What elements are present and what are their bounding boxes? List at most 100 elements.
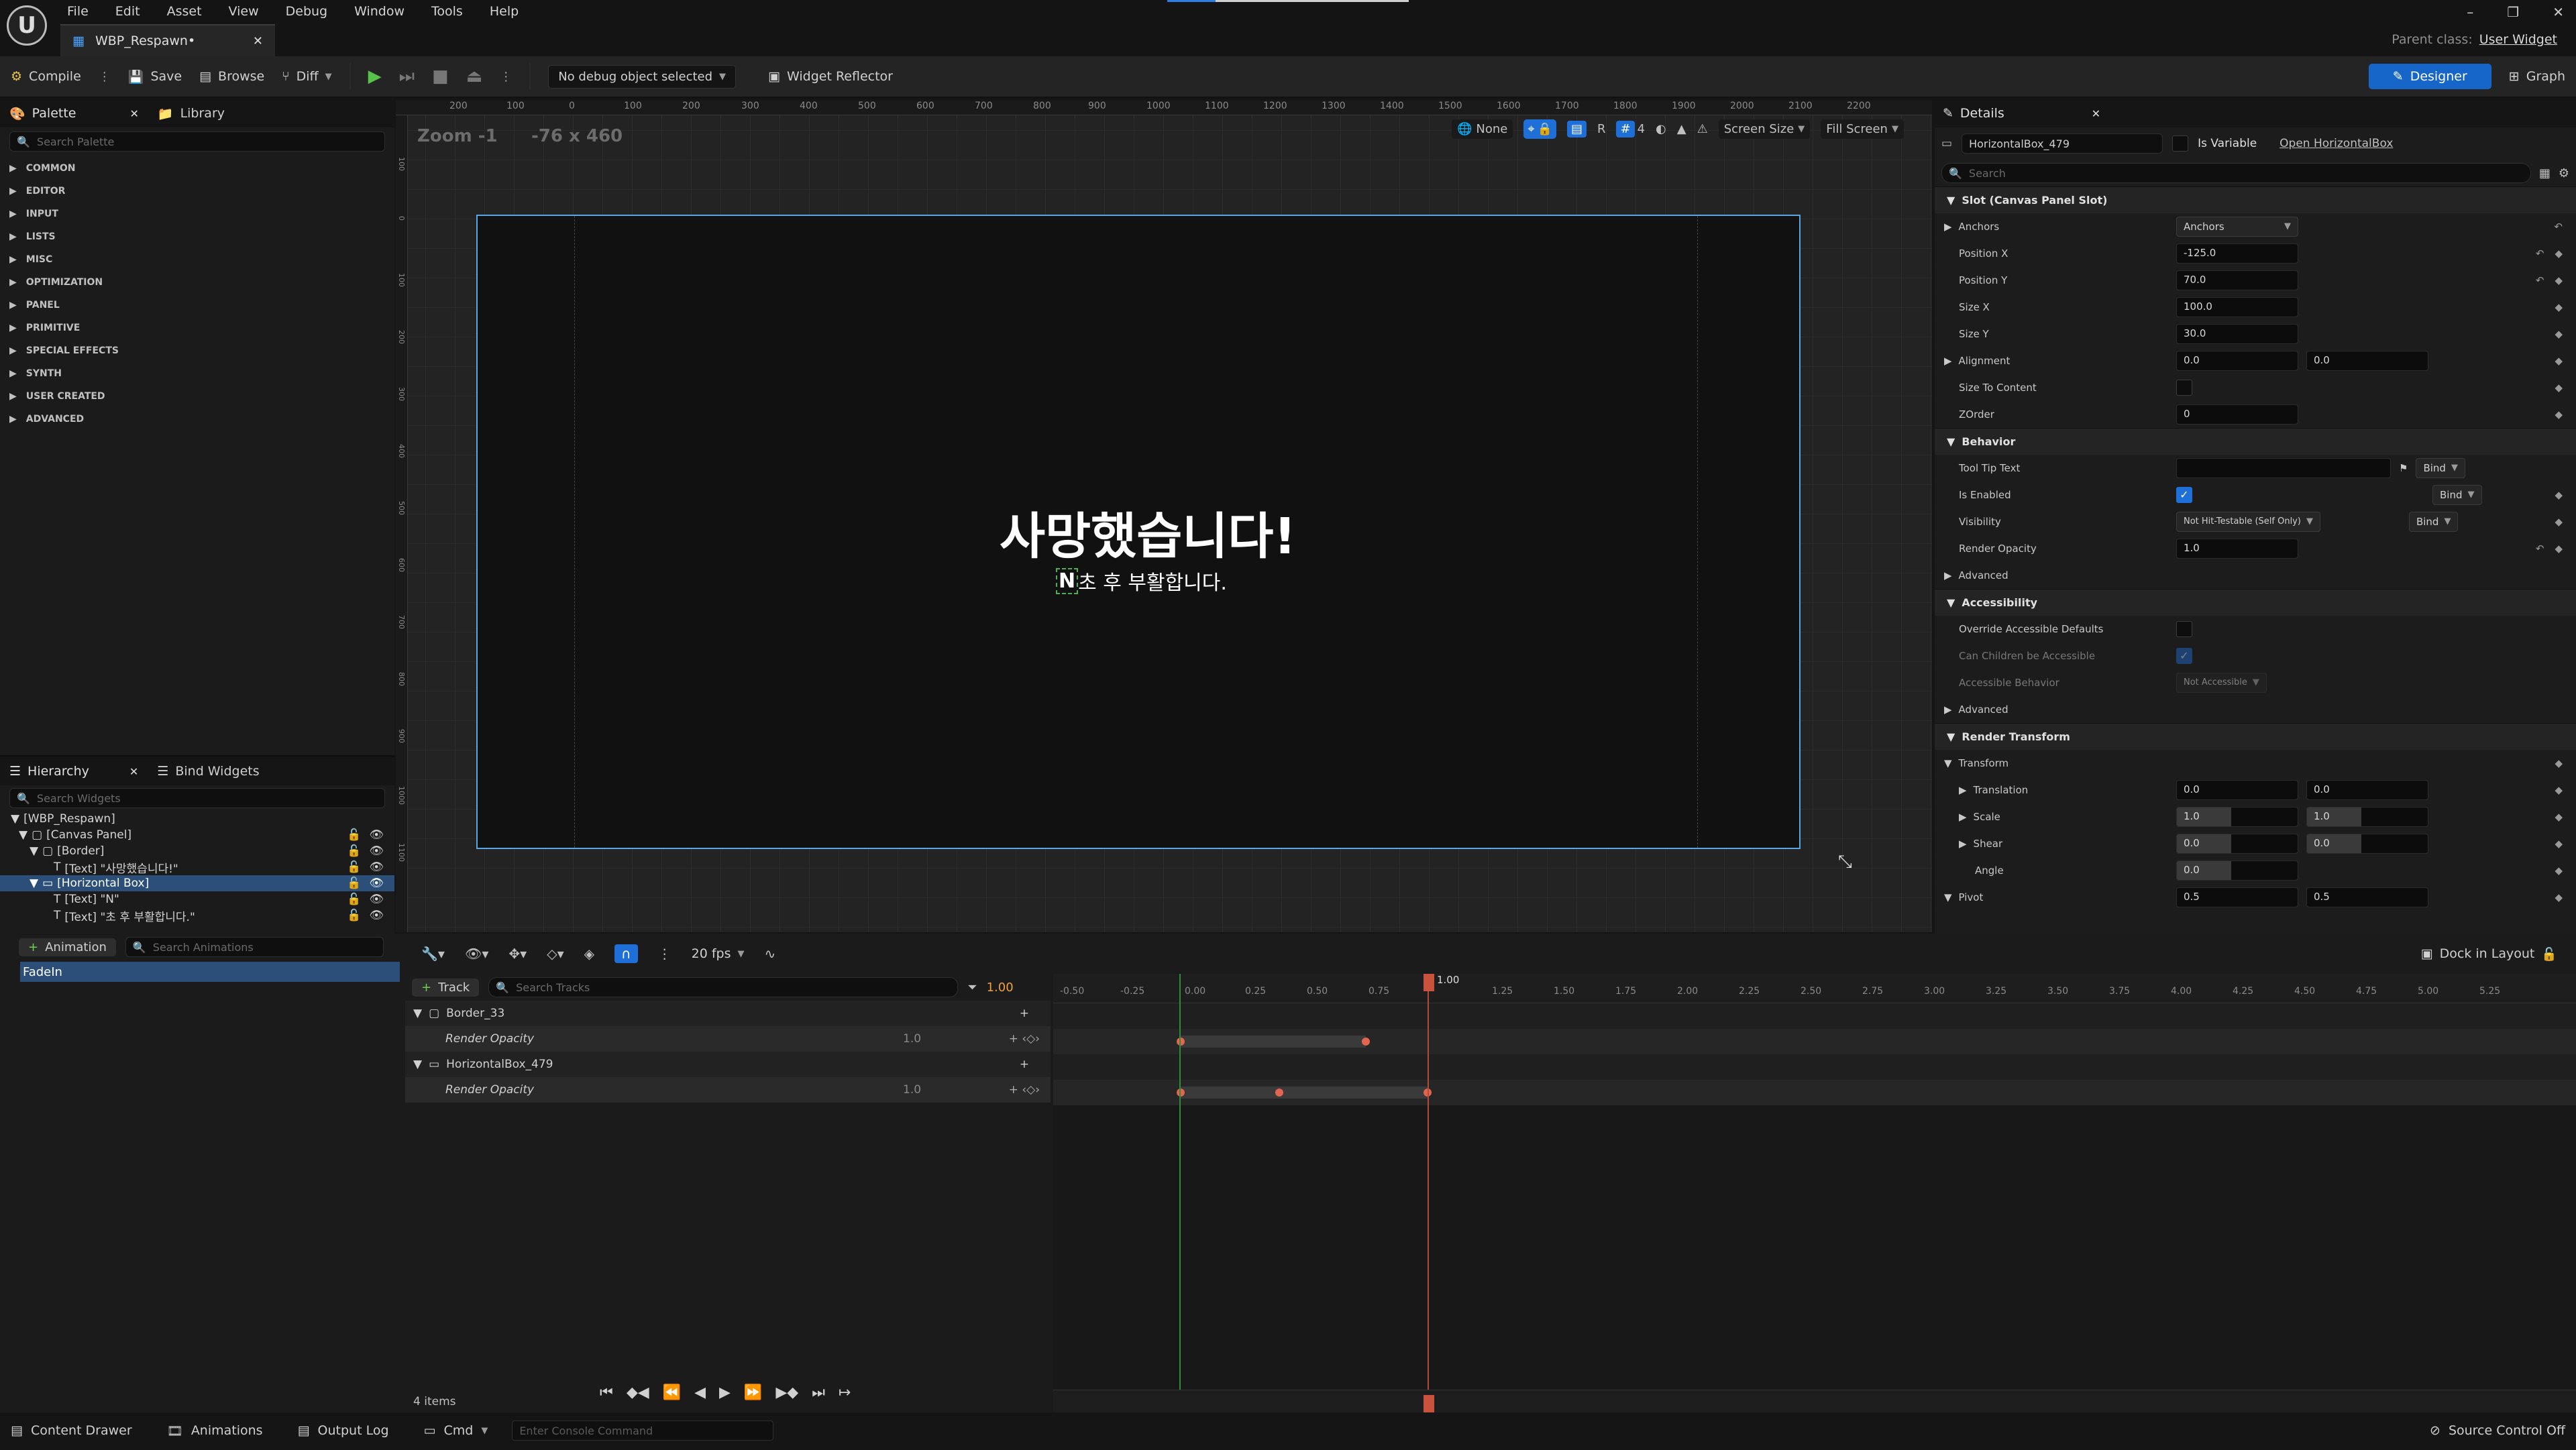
bind-key-icon[interactable]: ◆ [2555,784,2563,796]
snap-icon[interactable]: ∩ [614,944,638,963]
wrench-icon[interactable]: 🔧▾ [421,946,445,962]
menu-file[interactable]: File [67,4,89,19]
keyframe[interactable] [1362,1038,1370,1046]
step-icon[interactable]: ⏭ [399,66,415,87]
render-opacity-field[interactable]: 1.0 [2176,538,2298,559]
debug-object-select[interactable]: No debug object selected ▼ [548,64,737,89]
track-hbox[interactable]: ▼ ▭ HorizontalBox_479 + [405,1052,1051,1077]
hierarchy-tab[interactable]: ☰ Hierarchy ✕ [9,764,138,779]
widget-canvas[interactable]: 사망했습니다! N 초 후 부활합니다. [476,215,1801,849]
prev-key-icon[interactable]: ◆◀ [627,1384,649,1401]
category-primitive[interactable]: ▶ PRIMITIVE [0,317,394,339]
tooltip-field[interactable] [2176,457,2391,478]
save-button[interactable]: 💾 Save [128,69,182,85]
menu-debug[interactable]: Debug [286,4,327,19]
add-key-icon[interactable]: + [1020,1058,1029,1071]
is-variable-checkbox[interactable] [2172,135,2189,152]
content-drawer-button[interactable]: ▤ Content Drawer [0,1411,143,1450]
lock-icon[interactable]: 🔓 [2541,946,2557,962]
tree-item-canvas-panel[interactable]: ▼ ▢ [Canvas Panel] 🔓 👁 [0,827,394,843]
palette-tab[interactable]: 🎨 Palette ✕ [9,106,139,121]
curve-editor-icon[interactable]: ∿ [765,946,776,962]
lock-icon[interactable]: 🔓 [347,877,361,890]
play-icon[interactable]: ▶ [368,66,382,87]
jump-start-icon[interactable]: ⏮ [600,1384,613,1401]
next-key-icon[interactable]: ▶◆ [775,1384,798,1401]
play-icon[interactable]: ▶ [719,1384,731,1401]
details-search-input[interactable]: 🔍 Search [1941,163,2531,183]
lock-icon[interactable]: 🔓 [347,844,361,858]
border-opacity-segment[interactable] [1181,1036,1366,1048]
reset-icon[interactable]: ↶ [2554,221,2563,233]
category-misc[interactable]: ▶ MISC [0,248,394,271]
category-common[interactable]: ▶ COMMON [0,157,394,180]
bind-dropdown[interactable]: Bind ▼ [2408,511,2459,532]
playhead-head-bottom[interactable] [1424,1395,1434,1412]
shear-x-field[interactable]: 0.0 [2176,833,2298,854]
compile-button[interactable]: ⚙ Compile [11,69,81,84]
eye-icon[interactable]: 👁 [369,860,384,874]
fps-select[interactable]: 20 fps ▼ [692,946,745,961]
outline-icon[interactable]: ◐ [1656,122,1666,136]
more-icon[interactable]: ⋮ [99,70,111,84]
keyframe-icon[interactable]: ◈ [584,946,594,962]
grid-snap-toggle[interactable]: #4 [1616,121,1645,137]
close-window-icon[interactable]: ✕ [2553,4,2564,20]
prop-advanced-accessibility[interactable]: ▶ Advanced [1935,696,2576,723]
bind-key-icon[interactable]: ◆ [2555,757,2563,769]
size-to-content-checkbox[interactable] [2176,379,2192,396]
alignment-y-field[interactable]: 0.0 [2306,350,2428,371]
category-lists[interactable]: ▶ LISTS [0,225,394,248]
source-control-button[interactable]: ⊘ Source Control Off [2419,1411,2576,1450]
resize-handle-icon[interactable]: ⤡ [1838,852,1852,873]
browse-button[interactable]: ▤ Browse [199,69,264,84]
category-optimization[interactable]: ▶ OPTIMIZATION [0,271,394,294]
minimize-icon[interactable]: – [2467,4,2473,20]
bind-key-icon[interactable]: ◆ [2555,865,2563,877]
respect-locks-toggle[interactable]: ⌖ 🔒 [1523,119,1556,139]
play-reverse-icon[interactable]: ◀ [694,1384,706,1401]
eye-icon[interactable]: 👁 [369,877,384,890]
category-editor[interactable]: ▶ EDITOR [0,180,394,203]
loop-icon[interactable]: ↦ [839,1384,851,1401]
bind-key-icon[interactable]: ◆ [2555,301,2563,313]
bind-key-icon[interactable]: ◆ [2555,328,2563,340]
add-animation-button[interactable]: + Animation [19,938,116,956]
translation-y-field[interactable]: 0.0 [2306,779,2428,800]
stop-icon[interactable]: ■ [432,66,449,87]
track-hbox-opacity[interactable]: Render Opacity 1.0 + ‹◇› [405,1077,1051,1103]
bind-widgets-tab[interactable]: ☰ Bind Widgets [157,764,259,779]
transform-icon[interactable]: ✥▾ [508,946,527,962]
eye-icon[interactable]: 👁 [369,893,384,906]
prop-advanced-behavior[interactable]: ▶ Advanced [1935,562,2576,589]
document-tab[interactable]: ▦ WBP_Respawn• ✕ [60,24,275,56]
category-advanced[interactable]: ▶ ADVANCED [0,408,394,431]
bind-key-icon[interactable]: ◆ [2555,247,2563,260]
section-slot[interactable]: ▼ Slot (Canvas Panel Slot) [1935,186,2576,213]
angle-field[interactable]: 0.0 [2176,860,2298,881]
tree-item-text-title[interactable]: T [Text] "사망했습니다!" 🔓 👁 [0,859,394,876]
cmd-select[interactable]: ▭ Cmd ▼ [413,1411,499,1450]
playhead-line[interactable] [1428,974,1429,1412]
zorder-field[interactable]: 0 [2176,404,2298,425]
view-options-icon[interactable]: 👁▾ [465,946,488,962]
anchors-dropdown[interactable]: Anchors ▼ [2176,216,2298,237]
output-log-button[interactable]: ▤ Output Log [287,1411,400,1450]
eye-icon[interactable]: 👁 [369,909,384,922]
close-icon[interactable]: ✕ [2092,107,2100,120]
override-accessible-checkbox[interactable] [2176,620,2192,637]
position-y-field[interactable]: 70.0 [2176,270,2298,290]
console-input[interactable]: Enter Console Command [512,1420,774,1441]
category-synth[interactable]: ▶ SYNTH [0,362,394,385]
add-track-button[interactable]: + Track [412,978,480,997]
scale-y-field[interactable]: 1.0 [2306,806,2428,827]
size-x-field[interactable]: 100.0 [2176,296,2298,317]
more-play-icon[interactable]: ⋮ [500,70,512,84]
unreal-logo-icon[interactable]: U [7,5,47,46]
lock-icon[interactable]: 🔓 [347,828,361,842]
tree-item-root[interactable]: ▼ [WBP_Respawn] [0,811,394,827]
position-x-field[interactable]: -125.0 [2176,243,2298,264]
add-key-icon[interactable]: + [1020,1007,1029,1020]
bind-key-icon[interactable]: ◆ [2555,891,2563,903]
tree-item-text-sub[interactable]: T [Text] "초 후 부활합니다." 🔓 👁 [0,907,394,924]
